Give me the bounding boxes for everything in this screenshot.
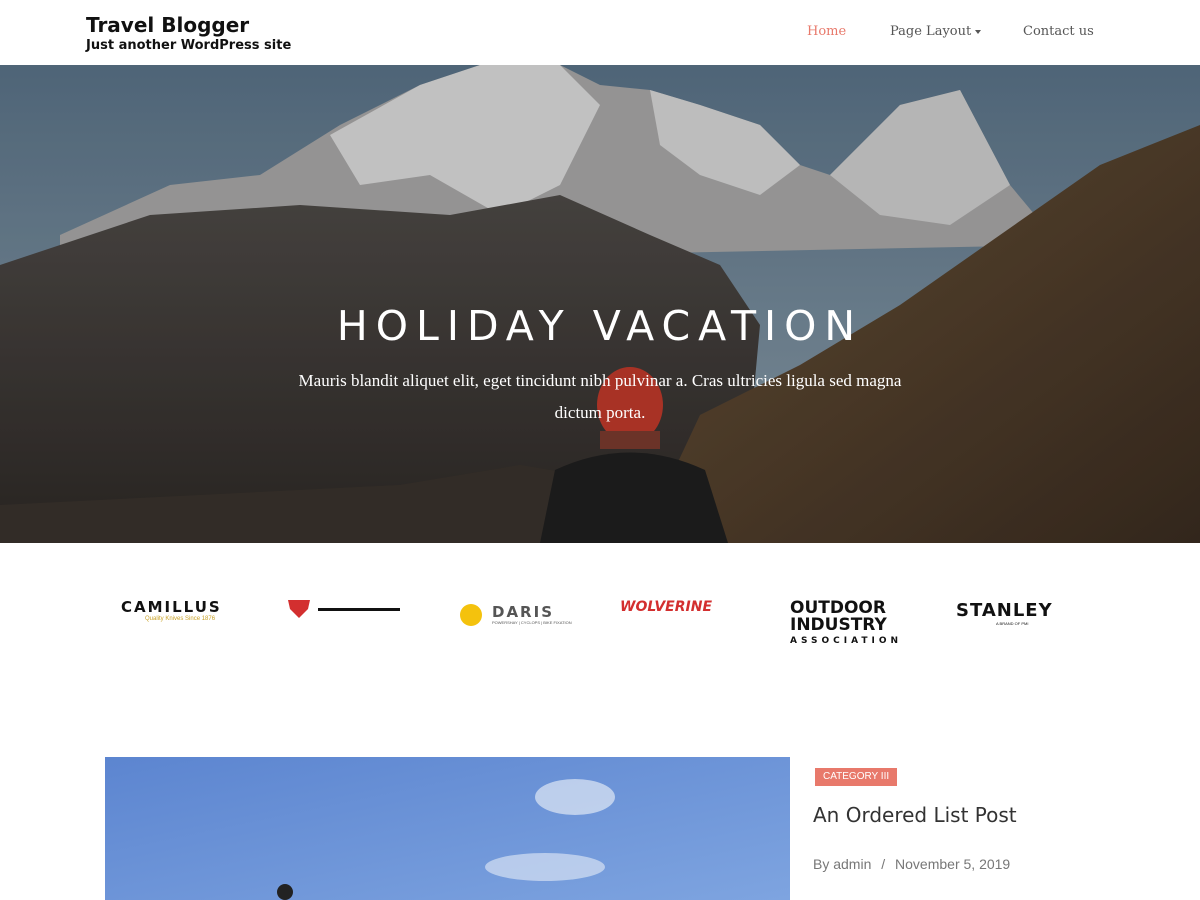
- logo-wolverine[interactable]: WOLVERINE: [620, 599, 750, 615]
- site-header: Travel Blogger Just another WordPress si…: [0, 0, 1200, 65]
- hero-text: Mauris blandit aliquet elit, eget tincid…: [298, 371, 902, 422]
- post-date[interactable]: November 5, 2019: [895, 856, 1010, 872]
- logo-camillus-text: CAMILLUS: [121, 598, 222, 616]
- nav-contact[interactable]: Contact us: [1023, 24, 1094, 39]
- hero-banner: HOLIDAY VACATION Mauris blandit aliquet …: [0, 65, 1200, 543]
- post-image-sky: [105, 757, 790, 900]
- logo-outdoor-industry-sub: ASSOCIATION: [790, 636, 903, 646]
- nav-home[interactable]: Home: [807, 24, 846, 39]
- logo-camillus-sub: Quality Knives Since 1876: [145, 616, 216, 622]
- logo-stanley-sub: A BRAND OF PMI: [996, 621, 1029, 626]
- site-branding[interactable]: Travel Blogger Just another WordPress si…: [86, 12, 291, 54]
- logo-outdoor-industry[interactable]: OUTDOOR INDUSTRY ASSOCIATION: [790, 598, 915, 647]
- logo-wolverine-text: WOLVERINE: [620, 599, 713, 615]
- circle-icon: [460, 604, 482, 626]
- logo-camillus[interactable]: CAMILLUS Quality Knives Since 1876: [121, 598, 246, 622]
- chevron-down-icon: [975, 29, 982, 34]
- logo-daris-sub: POWERSHAY | CYCLOPS | BIKE FIXATION: [492, 620, 572, 625]
- nav-page-layout-label: Page Layout: [890, 24, 972, 39]
- hero-title: HOLIDAY VACATION: [336, 302, 864, 350]
- nav-page-layout[interactable]: Page Layout: [890, 24, 982, 39]
- logo-outdoor-industry-text: OUTDOOR INDUSTRY: [790, 598, 887, 635]
- site-tagline: Just another WordPress site: [86, 38, 292, 53]
- logo-daris[interactable]: DARIS POWERSHAY | CYCLOPS | BIKE FIXATIO…: [456, 603, 581, 629]
- logo-stanley-text: STANLEY: [956, 600, 1053, 621]
- meta-separator: /: [881, 856, 886, 872]
- post-meta: By admin / November 5, 2019: [813, 856, 1016, 872]
- post-title[interactable]: An Ordered List Post: [813, 803, 1017, 827]
- shield-icon: [288, 600, 400, 618]
- site-title[interactable]: Travel Blogger: [86, 12, 291, 38]
- post-author[interactable]: By admin: [813, 856, 871, 872]
- logo-stanley[interactable]: STANLEY A BRAND OF PMI: [956, 600, 1081, 626]
- post-featured-image[interactable]: [105, 757, 790, 900]
- post-category-badge[interactable]: CATEGORY III: [815, 768, 898, 786]
- logo-daris-text: DARIS: [492, 603, 554, 621]
- logo-mark[interactable]: [288, 600, 413, 620]
